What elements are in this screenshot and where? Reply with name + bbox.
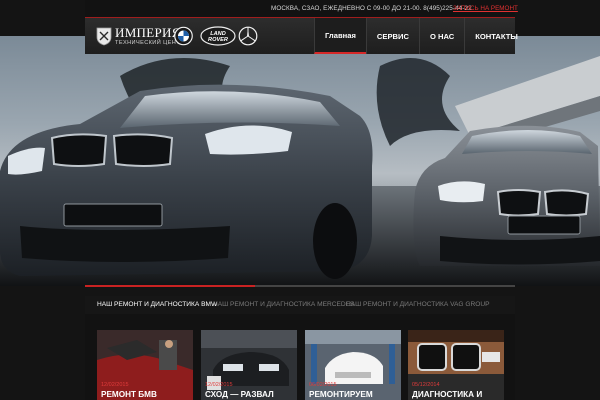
news-card[interactable]: 06/02/2015 РЕМОНТИРУЕМ	[305, 330, 401, 400]
land-rover-logo-text-2: ROVER	[208, 37, 228, 43]
slider-progress[interactable]	[85, 285, 515, 287]
tab-vag-group[interactable]: НАШ РЕМОНТ И ДИАГНОСТИКА VAG GROUP	[346, 301, 490, 308]
shield-icon	[96, 27, 112, 46]
tab-bmw[interactable]: НАШ РЕМОНТ И ДИАГНОСТИКА BMW	[97, 301, 217, 308]
top-info-bar: МОСКВА, СЗАО, ЕЖЕДНЕВНО С 09-00 ДО 21-00…	[85, 0, 518, 18]
card-title: СХОД — РАЗВАЛ	[205, 390, 274, 399]
service-tabs: НАШ РЕМОНТ И ДИАГНОСТИКА BMW НАШ РЕМОНТ …	[85, 296, 515, 314]
nav-item-service[interactable]: СЕРВИС	[365, 18, 419, 54]
card-date: 12/02/2015	[205, 382, 233, 388]
hero-image	[0, 56, 600, 286]
card-title: РЕМОНТИРУЕМ	[309, 390, 373, 399]
card-date: 05/12/2014	[412, 382, 440, 388]
nav-item-contacts[interactable]: КОНТАКТЫ	[464, 18, 528, 54]
tab-mercedes[interactable]: НАШ РЕМОНТ И ДИАГНОСТИКА MERCEDES	[213, 301, 354, 308]
news-card[interactable]: 05/12/2014 ДИАГНОСТИКА И	[408, 330, 504, 400]
hero-slider[interactable]	[0, 36, 600, 286]
card-date: 06/02/2015	[309, 382, 337, 388]
card-title: РЕМОНТ БМВ	[101, 390, 157, 399]
news-card[interactable]: 12/02/2015 РЕМОНТ БМВ	[97, 330, 193, 400]
book-repair-link[interactable]: ЗАПИСЬ НА РЕМОНТ	[453, 5, 518, 12]
card-title: ДИАГНОСТИКА И	[412, 390, 483, 399]
bmw-logo-icon	[174, 26, 193, 46]
nav-item-about[interactable]: О НАС	[418, 18, 464, 54]
contact-info: МОСКВА, СЗАО, ЕЖЕДНЕВНО С 09-00 ДО 21-00…	[271, 5, 472, 12]
news-card[interactable]: 12/02/2015 СХОД — РАЗВАЛ	[201, 330, 297, 400]
mercedes-logo-icon	[238, 26, 258, 46]
logo-title: ИМПЕРИЯ	[115, 25, 181, 40]
news-cards: 12/02/2015 РЕМОНТ БМВ 12/02/2015 СХОД — …	[85, 314, 515, 400]
nav-item-home[interactable]: Главная	[314, 18, 366, 54]
card-date: 12/02/2015	[101, 382, 129, 388]
slider-progress-active	[85, 285, 255, 287]
main-nav: Главная СЕРВИС О НАС КОНТАКТЫ	[314, 18, 528, 54]
land-rover-logo-icon: LAND ROVER	[200, 26, 236, 46]
logo[interactable]: ИМПЕРИЯ ТЕХНИЧЕСКИЙ ЦЕНТР	[96, 24, 184, 50]
header: ИМПЕРИЯ ТЕХНИЧЕСКИЙ ЦЕНТР LAND ROVER Гла…	[85, 18, 518, 54]
page: МОСКВА, СЗАО, ЕЖЕДНЕВНО С 09-00 ДО 21-00…	[0, 0, 600, 400]
